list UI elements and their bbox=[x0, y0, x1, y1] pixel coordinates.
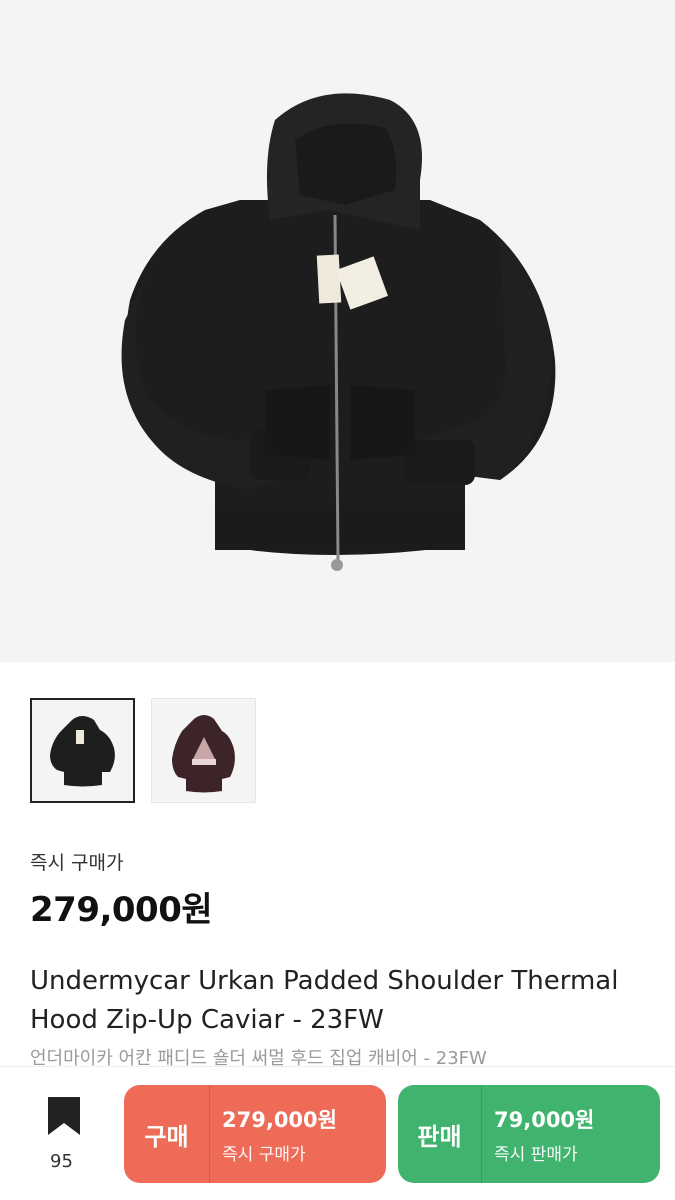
buy-button-sub: 즉시 구매가 bbox=[222, 1144, 306, 1165]
sell-button-price: 79,000원 bbox=[494, 1107, 595, 1132]
thumbnail-strip bbox=[30, 698, 256, 803]
bookmark-count: 95 bbox=[50, 1151, 73, 1172]
hoodie-burgundy-thumbnail bbox=[172, 715, 235, 793]
buy-button[interactable]: 구매 279,000원 즉시 구매가 bbox=[124, 1085, 386, 1183]
product-main-image[interactable] bbox=[0, 0, 675, 662]
thumbnail-2[interactable] bbox=[151, 698, 256, 803]
sell-button-info: 79,000원 즉시 판매가 bbox=[482, 1104, 594, 1165]
sell-button-sub: 즉시 판매가 bbox=[494, 1144, 578, 1165]
buy-button-price: 279,000원 bbox=[222, 1107, 337, 1132]
bottom-action-bar: 95 구매 279,000원 즉시 구매가 판매 79,000원 즉시 판매가 bbox=[0, 1066, 675, 1200]
instant-buy-price: 279,000원 bbox=[30, 890, 213, 930]
buy-button-info: 279,000원 즉시 구매가 bbox=[210, 1104, 337, 1165]
sell-button[interactable]: 판매 79,000원 즉시 판매가 bbox=[398, 1085, 660, 1183]
product-detail-page: 즉시 구매가 279,000원 Undermycar Urkan Padded … bbox=[0, 0, 675, 1200]
bookmark-button[interactable]: 95 bbox=[34, 1097, 94, 1177]
product-title: Undermycar Urkan Padded Shoulder Thermal… bbox=[30, 966, 619, 1035]
sell-button-label: 판매 bbox=[398, 1085, 482, 1183]
hoodie-illustration bbox=[121, 93, 556, 571]
hoodie-black-thumbnail bbox=[50, 716, 115, 787]
buy-button-label: 구매 bbox=[124, 1085, 210, 1183]
thumbnail-1[interactable] bbox=[30, 698, 135, 803]
instant-buy-label: 즉시 구매가 bbox=[30, 852, 124, 874]
bookmark-icon bbox=[48, 1097, 80, 1135]
